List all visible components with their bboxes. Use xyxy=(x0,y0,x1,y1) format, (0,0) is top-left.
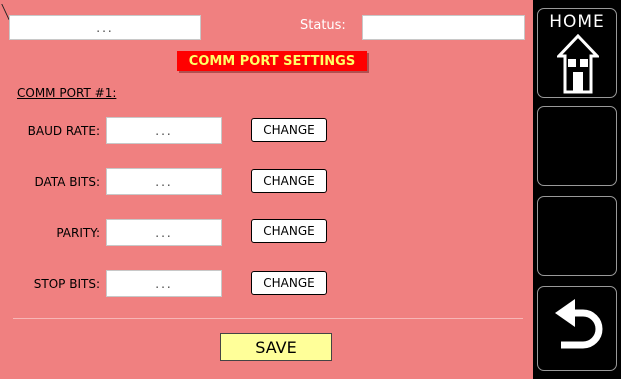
baud-rate-field: ... xyxy=(106,117,222,144)
stop-bits-change-button[interactable]: CHANGE xyxy=(251,271,327,295)
home-button[interactable]: HOME xyxy=(537,8,617,98)
parity-label: PARITY: xyxy=(56,226,100,240)
settings-panel: ... Status: COMM PORT SETTINGS COMM PORT… xyxy=(0,0,533,379)
home-label: HOME xyxy=(549,12,605,32)
baud-rate-label: BAUD RATE: xyxy=(27,124,100,138)
parity-change-button[interactable]: CHANGE xyxy=(251,219,327,243)
stop-bits-field: ... xyxy=(106,270,222,297)
data-bits-field: ... xyxy=(106,168,222,195)
sidebar-button-3[interactable] xyxy=(537,196,617,276)
data-bits-label: DATA BITS: xyxy=(34,175,101,189)
back-button[interactable] xyxy=(537,286,617,371)
sidebar-button-2[interactable] xyxy=(537,106,617,186)
status-label: Status: xyxy=(300,18,346,33)
back-arrow-icon xyxy=(555,299,603,349)
divider xyxy=(13,318,523,319)
top-info-field: ... xyxy=(9,15,201,40)
baud-rate-change-button[interactable]: CHANGE xyxy=(251,118,327,142)
home-icon xyxy=(557,34,599,94)
parity-field: ... xyxy=(106,219,222,246)
section-label: COMM PORT #1: xyxy=(17,86,117,100)
save-button[interactable]: SAVE xyxy=(220,333,332,361)
status-field xyxy=(362,15,525,40)
stop-bits-label: STOP BITS: xyxy=(33,277,100,291)
page-title: COMM PORT SETTINGS xyxy=(177,51,367,71)
sidebar: HOME xyxy=(533,0,621,379)
data-bits-change-button[interactable]: CHANGE xyxy=(251,169,327,193)
